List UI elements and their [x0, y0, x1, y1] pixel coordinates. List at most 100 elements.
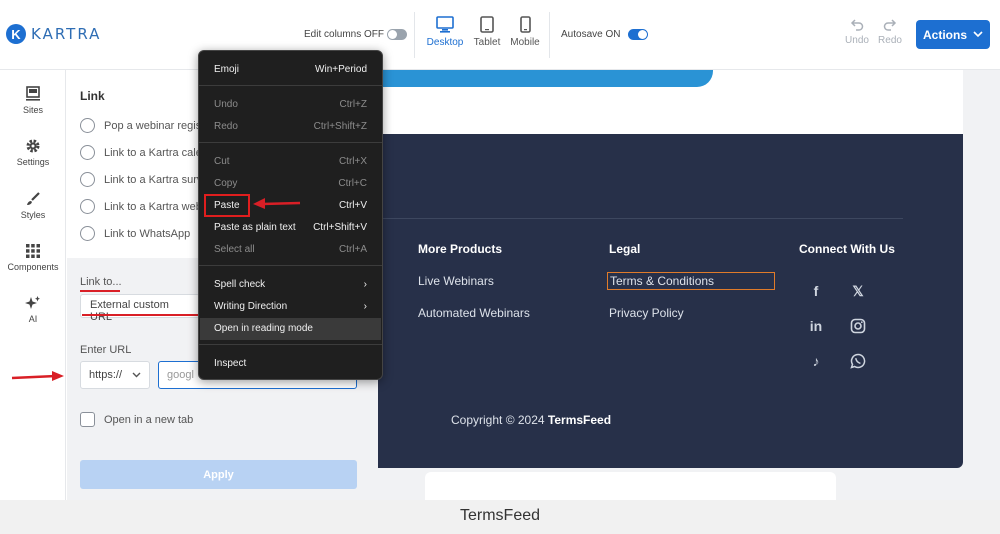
menu-item-label: Redo — [214, 121, 238, 132]
undo-button[interactable]: Undo — [842, 18, 872, 46]
menu-item-emoji[interactable]: Emoji Win+Period — [214, 64, 367, 75]
open-new-tab-checkbox[interactable]: Open in a new tab — [80, 412, 193, 427]
checkbox-box[interactable] — [80, 412, 95, 427]
menu-item-spell-check[interactable]: Spell check › — [214, 279, 367, 290]
whatsapp-icon[interactable] — [848, 353, 868, 372]
menu-item-label: Spell check — [214, 279, 266, 290]
sidebar-item-components[interactable]: Components — [0, 243, 66, 272]
menu-item-label: Open in reading mode — [214, 323, 313, 334]
menu-item-shortcut: Ctrl+V — [338, 200, 367, 211]
redo-icon — [883, 19, 897, 31]
submenu-chevron-icon: › — [363, 301, 367, 312]
menu-item-undo[interactable]: Undo Ctrl+Z — [214, 99, 367, 110]
menu-item-select-all[interactable]: Select all Ctrl+A — [214, 244, 367, 255]
menu-item-writing-direction[interactable]: Writing Direction › — [214, 301, 367, 312]
edit-columns-toggle[interactable] — [387, 29, 407, 40]
logo-text: KARTRA — [31, 25, 102, 43]
menu-item-reading-mode[interactable]: Open in reading mode — [214, 323, 367, 334]
radio-option-web[interactable]: Link to a Kartra web — [80, 199, 202, 214]
menu-item-shortcut: Ctrl+Shift+Z — [313, 121, 367, 132]
footer-link-privacy[interactable]: Privacy Policy — [609, 306, 684, 320]
site-footer: More Products Live Webinars Automated We… — [378, 134, 963, 468]
radio-circle[interactable] — [80, 172, 95, 187]
radio-circle[interactable] — [80, 118, 95, 133]
copyright-prefix: Copyright © 2024 — [451, 413, 548, 427]
autosave-toggle[interactable] — [628, 29, 648, 40]
sidebar-item-label: Styles — [20, 210, 46, 220]
actions-button[interactable]: Actions — [916, 20, 990, 49]
device-desktop[interactable]: Desktop — [425, 16, 465, 48]
copyright-brand: TermsFeed — [547, 413, 612, 427]
menu-item-label: Copy — [214, 178, 238, 189]
protocol-select[interactable]: https:// — [80, 361, 150, 389]
sidebar-item-label: Sites — [22, 105, 43, 115]
footer-link-live-webinars[interactable]: Live Webinars — [418, 274, 494, 288]
menu-item-copy[interactable]: Copy Ctrl+C — [214, 178, 367, 189]
menu-item-label: Cut — [214, 156, 230, 167]
menu-item-label: Emoji — [214, 64, 240, 75]
menu-item-shortcut: Win+Period — [315, 64, 367, 75]
sidebar-item-ai[interactable]: AI — [0, 295, 66, 324]
annotation-underline — [80, 290, 120, 292]
sidebar-item-label: Components — [7, 262, 59, 272]
footer-heading-connect: Connect With Us — [799, 242, 895, 256]
menu-separator — [199, 344, 382, 345]
menu-separator — [199, 142, 382, 143]
footer-link-terms[interactable]: Terms & Conditions — [607, 272, 775, 290]
device-desktop-label: Desktop — [426, 37, 464, 48]
menu-item-shortcut: Ctrl+A — [338, 244, 367, 255]
checkbox-label: Open in a new tab — [104, 413, 194, 426]
menu-item-paste-plain[interactable]: Paste as plain text Ctrl+Shift+V — [214, 222, 367, 233]
sidebar-item-settings[interactable]: Settings — [0, 138, 66, 167]
autosave-label: Autosave ON — [561, 29, 621, 40]
radio-option-webinar[interactable]: Pop a webinar regis — [80, 118, 201, 133]
device-mobile[interactable]: Mobile — [505, 16, 545, 48]
menu-item-shortcut: Ctrl+Z — [339, 99, 368, 110]
instagram-icon[interactable] — [848, 318, 868, 337]
device-mobile-label: Mobile — [510, 37, 540, 48]
left-sidebar: Sites Settings Styles Components AI — [0, 70, 66, 500]
protocol-value: https:// — [89, 369, 123, 381]
undo-label: Undo — [845, 35, 869, 46]
annotation-underline — [82, 314, 200, 316]
linkedin-icon[interactable]: in — [806, 318, 826, 334]
radio-option-whatsapp[interactable]: Link to WhatsApp — [80, 226, 190, 241]
chevron-down-icon — [132, 372, 141, 378]
kartra-logo[interactable]: K KARTRA — [6, 24, 101, 44]
sidebar-item-label: Settings — [16, 157, 50, 167]
actions-label: Actions — [922, 27, 967, 42]
edit-columns-label: Edit columns OFF — [304, 29, 385, 40]
divider — [414, 12, 415, 58]
radio-option-calendar[interactable]: Link to a Kartra cale — [80, 145, 202, 160]
cta-button-shape[interactable] — [383, 70, 713, 87]
device-tablet[interactable]: Tablet — [467, 16, 507, 48]
footer-divider — [378, 218, 903, 219]
menu-item-shortcut: Ctrl+X — [338, 156, 367, 167]
desktop-icon — [436, 16, 454, 33]
tiktok-icon[interactable]: ♪ — [806, 353, 826, 369]
facebook-icon[interactable]: f — [806, 283, 826, 299]
radio-circle[interactable] — [80, 145, 95, 160]
menu-item-inspect[interactable]: Inspect — [214, 358, 367, 369]
radio-circle[interactable] — [80, 199, 95, 214]
menu-item-cut[interactable]: Cut Ctrl+X — [214, 156, 367, 167]
radio-circle[interactable] — [80, 226, 95, 241]
menu-item-redo[interactable]: Redo Ctrl+Shift+Z — [214, 121, 367, 132]
sparkle-icon — [25, 296, 40, 309]
radio-option-survey[interactable]: Link to a Kartra surv — [80, 172, 202, 187]
footer-link-automated-webinars[interactable]: Automated Webinars — [418, 306, 530, 320]
undo-icon — [850, 19, 864, 31]
sidebar-item-styles[interactable]: Styles — [0, 191, 66, 220]
sidebar-item-sites[interactable]: Sites — [0, 86, 66, 115]
radio-label: Link to a Kartra cale — [104, 146, 202, 159]
redo-button[interactable]: Redo — [875, 18, 905, 46]
page-section-below — [425, 472, 836, 500]
radio-label: Link to a Kartra web — [104, 200, 202, 213]
instagram-glyph — [850, 318, 866, 334]
menu-item-shortcut: Ctrl+Shift+V — [313, 222, 367, 233]
menu-item-label: Writing Direction — [214, 301, 288, 312]
footer-heading-products: More Products — [418, 242, 503, 256]
x-twitter-icon[interactable]: 𝕏 — [848, 283, 868, 300]
apply-button[interactable]: Apply — [80, 460, 357, 489]
menu-separator — [199, 85, 382, 86]
